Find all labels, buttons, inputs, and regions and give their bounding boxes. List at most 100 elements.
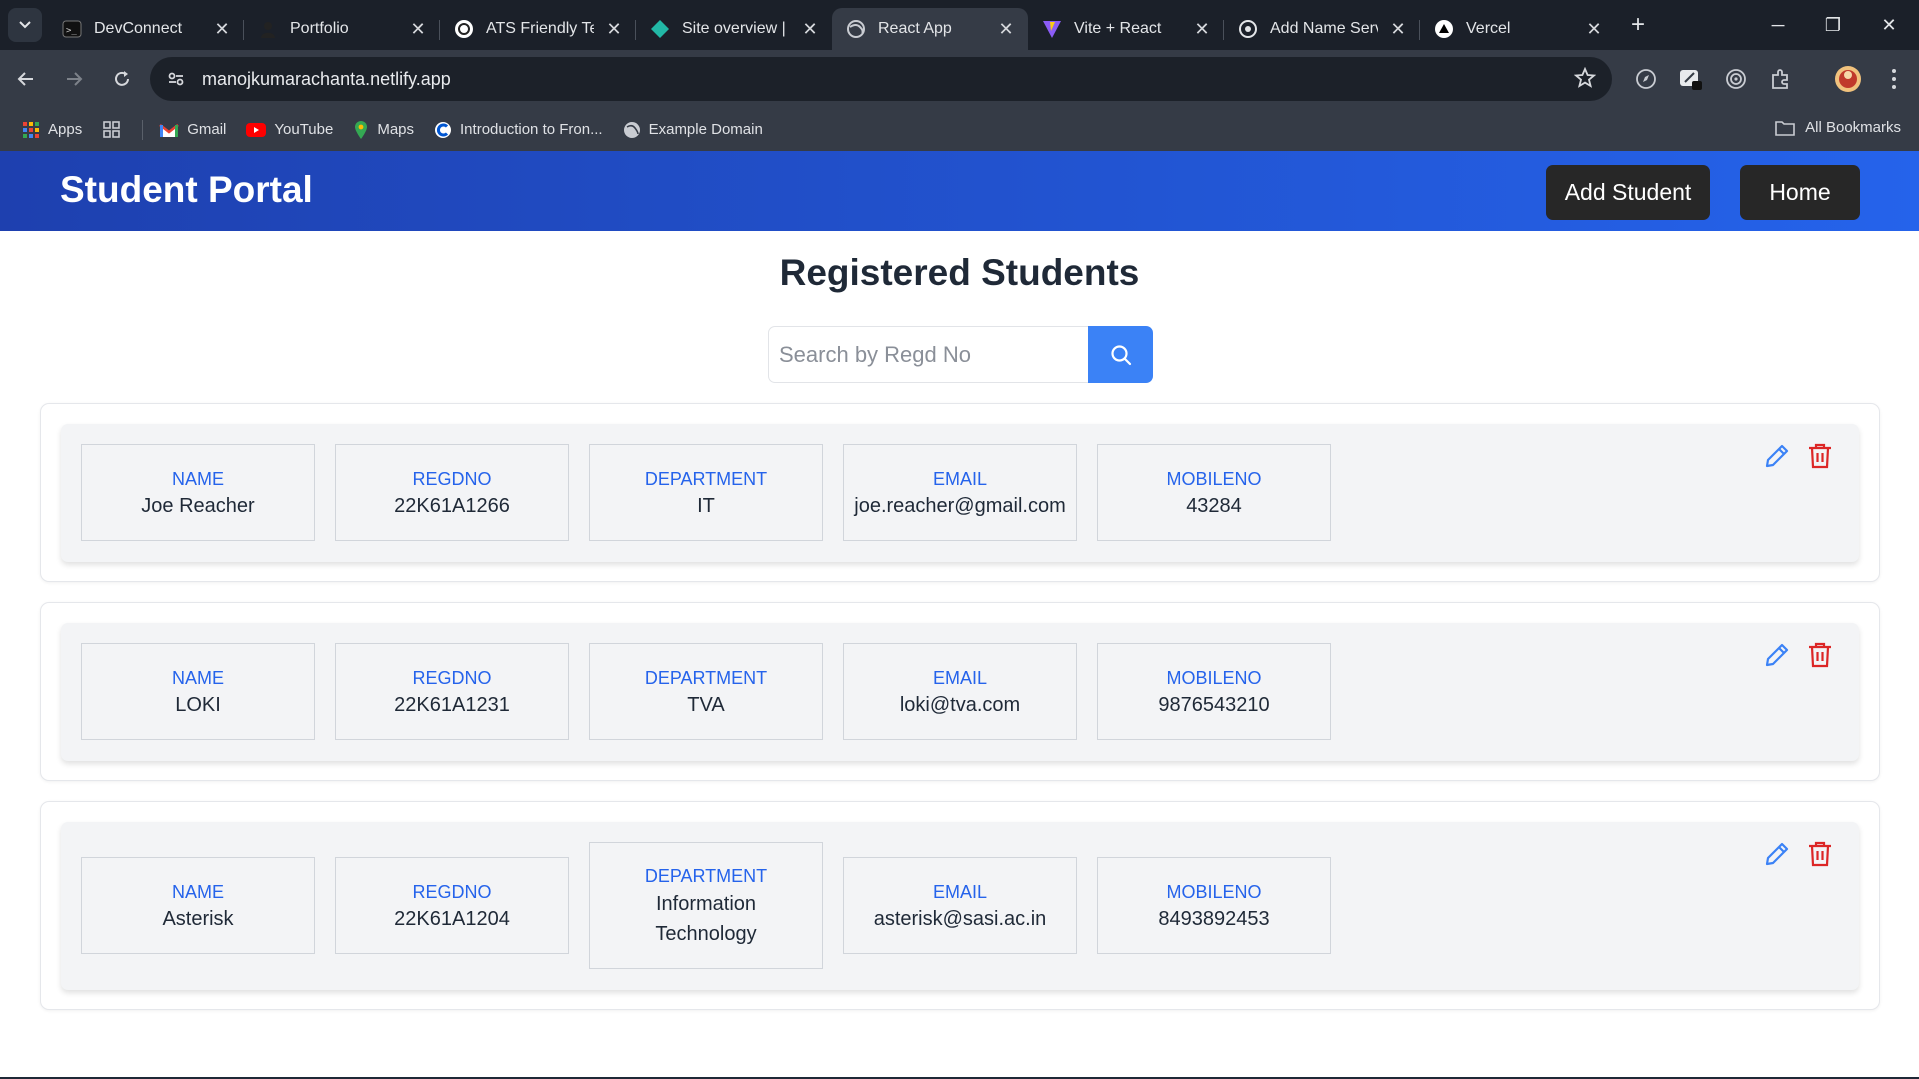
home-button[interactable]: Home	[1740, 165, 1860, 220]
trash-icon	[1809, 642, 1831, 668]
field-label: DEPARTMENT	[644, 667, 768, 688]
field-label: MOBILENO	[1166, 468, 1262, 489]
bookmark-youtube[interactable]: YouTube	[246, 121, 333, 138]
field-department: DEPARTMENT Information Technology	[589, 842, 823, 969]
all-bookmarks-label: All Bookmarks	[1805, 119, 1901, 136]
field-value: 8493892453	[1158, 907, 1270, 930]
profile-avatar[interactable]	[1830, 61, 1866, 97]
close-tab-icon[interactable]: ✕	[1586, 19, 1602, 40]
all-bookmarks-button[interactable]: All Bookmarks	[1775, 119, 1901, 136]
field-value: joe.reacher@gmail.com	[854, 494, 1066, 517]
tab-title: Site overview | m	[682, 20, 790, 37]
bookmark-intro-frontend[interactable]: Introduction to Fron...	[434, 121, 603, 139]
close-tab-icon[interactable]: ✕	[998, 19, 1014, 40]
field-label: REGDNO	[412, 881, 492, 902]
tab-search-button[interactable]	[8, 8, 42, 42]
edit-button[interactable]	[1761, 837, 1793, 871]
bookmark-maps[interactable]: Maps	[353, 120, 414, 140]
tab-portfolio[interactable]: Portfolio ✕	[244, 8, 440, 50]
field-name: NAME Asterisk	[81, 857, 315, 954]
field-name: NAME Joe Reacher	[81, 444, 315, 541]
student-card-body: NAME Asterisk REGDNO 22K61A1204 DEPARTME…	[61, 822, 1859, 990]
forward-button[interactable]	[52, 57, 96, 101]
tab-vercel[interactable]: Vercel ✕	[1420, 8, 1616, 50]
devconnect-favicon: >_	[62, 19, 82, 39]
tab-vite-react[interactable]: Vite + React ✕	[1028, 8, 1224, 50]
tab-title: Add Name Serve	[1270, 20, 1378, 37]
new-tab-button[interactable]: +	[1620, 7, 1656, 43]
close-tab-icon[interactable]: ✕	[410, 19, 426, 40]
delete-button[interactable]	[1804, 638, 1836, 672]
close-tab-icon[interactable]: ✕	[802, 19, 818, 40]
bookmarks-bar: Apps Gmail YouTube Maps Introduction to …	[0, 108, 1919, 151]
bookmark-apps[interactable]: Apps	[22, 121, 82, 139]
tab-ats[interactable]: ATS Friendly Tech ✕	[440, 8, 636, 50]
tab-groups-icon	[103, 120, 121, 138]
field-regdno: REGDNO 22K61A1204	[335, 857, 569, 954]
extension-target-icon[interactable]	[1718, 61, 1754, 97]
field-value: 43284	[1186, 494, 1242, 517]
site-info-icon[interactable]	[156, 59, 196, 99]
close-tab-icon[interactable]: ✕	[606, 19, 622, 40]
field-regdno: REGDNO 22K61A1266	[335, 444, 569, 541]
bookmark-gmail[interactable]: Gmail	[159, 121, 226, 138]
browser-tab-bar: >_ DevConnect ✕ Portfolio ✕ ATS Friendly…	[0, 0, 1919, 50]
minimize-icon: ─	[1771, 14, 1785, 35]
extension-compass-icon[interactable]	[1628, 61, 1664, 97]
browser-menu-icon[interactable]	[1876, 61, 1912, 97]
student-card-body: NAME Joe Reacher REGDNO 22K61A1266 DEPAR…	[61, 424, 1859, 562]
field-value: 22K61A1231	[394, 693, 510, 716]
field-label: MOBILENO	[1166, 667, 1262, 688]
address-bar[interactable]: manojkumarachanta.netlify.app	[150, 57, 1612, 101]
field-label: EMAIL	[932, 468, 988, 489]
minimize-window-button[interactable]: ─	[1748, 0, 1808, 50]
folder-icon	[1775, 120, 1795, 136]
edit-button[interactable]	[1761, 439, 1793, 473]
reload-icon	[115, 71, 129, 86]
close-tab-icon[interactable]: ✕	[1194, 19, 1210, 40]
close-window-button[interactable]: ✕	[1859, 0, 1919, 50]
field-value: LOKI	[175, 693, 221, 716]
close-tab-icon[interactable]: ✕	[214, 19, 230, 40]
field-label: DEPARTMENT	[644, 468, 768, 489]
tab-site-overview[interactable]: Site overview | m ✕	[636, 8, 832, 50]
bookmark-example-domain[interactable]: Example Domain	[623, 121, 763, 139]
restore-window-button[interactable]: ❐	[1803, 0, 1863, 50]
field-label: NAME	[171, 881, 224, 902]
add-student-button[interactable]: Add Student	[1546, 165, 1710, 220]
tab-react-app[interactable]: React App ✕	[832, 8, 1028, 50]
bookmark-tab-groups[interactable]	[102, 120, 122, 140]
edit-button[interactable]	[1761, 638, 1793, 672]
search-button[interactable]	[1088, 326, 1153, 383]
pencil-icon	[1765, 444, 1789, 468]
field-value: Information Technology	[655, 892, 757, 945]
arrow-right-icon	[67, 72, 83, 86]
url-text[interactable]: manojkumarachanta.netlify.app	[202, 69, 451, 90]
browser-toolbar: manojkumarachanta.netlify.app	[0, 50, 1919, 108]
extension-pen-icon[interactable]	[1673, 61, 1709, 97]
tab-title: Portfolio	[290, 20, 349, 37]
tab-title: React App	[878, 20, 952, 37]
arrow-left-icon	[17, 72, 33, 86]
field-value: 22K61A1204	[394, 907, 510, 930]
back-button[interactable]	[4, 57, 48, 101]
field-email: EMAIL asterisk@sasi.ac.in	[843, 857, 1077, 954]
trash-icon	[1809, 841, 1831, 867]
delete-button[interactable]	[1804, 439, 1836, 473]
extensions-puzzle-icon[interactable]	[1763, 61, 1799, 97]
delete-button[interactable]	[1804, 837, 1836, 871]
bookmark-star-icon[interactable]	[1573, 66, 1597, 94]
field-label: REGDNO	[412, 667, 492, 688]
netlify-favicon	[650, 19, 670, 39]
field-department: DEPARTMENT IT	[589, 444, 823, 541]
tab-title: Vite + React	[1074, 20, 1162, 37]
youtube-icon	[246, 122, 267, 137]
close-tab-icon[interactable]: ✕	[1390, 19, 1406, 40]
search-input[interactable]	[768, 326, 1088, 383]
openai-favicon	[1238, 19, 1258, 39]
trash-icon	[1809, 443, 1831, 469]
tab-add-name-server[interactable]: Add Name Serve ✕	[1224, 8, 1420, 50]
tab-devconnect[interactable]: >_ DevConnect ✕	[48, 8, 244, 50]
reload-button[interactable]	[100, 57, 144, 101]
portfolio-favicon	[258, 19, 278, 39]
